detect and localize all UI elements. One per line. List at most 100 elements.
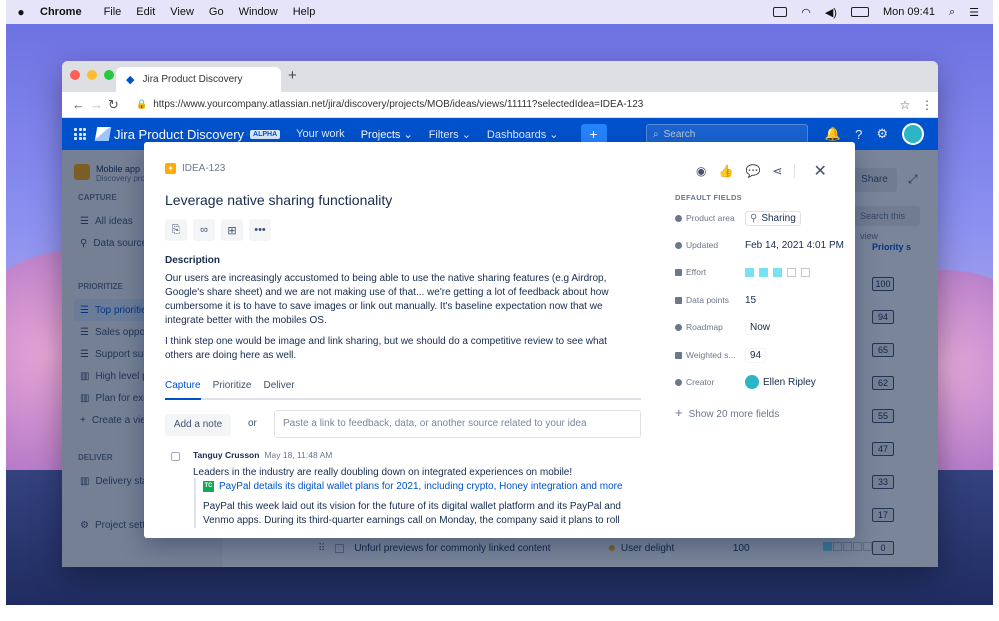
field-value: Feb 14, 2021 4:01 PM — [745, 239, 844, 251]
volume-icon[interactable]: ◀) — [825, 6, 837, 19]
airplay-icon[interactable] — [773, 7, 788, 17]
menu-help[interactable]: Help — [293, 6, 316, 18]
tab-deliver[interactable]: Deliver — [263, 380, 294, 398]
notifications-icon[interactable]: 🔔 — [825, 126, 841, 142]
url-field[interactable]: https://www.yourcompany.atlassian.net/ji… — [153, 99, 894, 110]
create-button[interactable]: + — [580, 124, 607, 144]
share-icon[interactable]: ⋖ — [772, 164, 782, 178]
watch-eye-icon[interactable]: ◉ — [696, 164, 706, 178]
tab-capture[interactable]: Capture — [165, 380, 201, 400]
preview-link-title[interactable]: PayPal details its digital wallet plans … — [219, 481, 623, 492]
comment-icon[interactable]: 💬 — [745, 164, 760, 178]
reload-icon[interactable]: ↻ — [108, 97, 126, 113]
field-product-area[interactable]: Product area ⚲ Sharing — [675, 209, 845, 227]
help-icon[interactable]: ? — [855, 127, 862, 142]
idea-key-label: IDEA-123 — [182, 163, 226, 174]
idea-title[interactable]: Leverage native sharing functionality — [165, 192, 392, 208]
link-icon[interactable]: ∞ — [193, 219, 215, 241]
tab-prioritize[interactable]: Prioritize — [213, 380, 252, 398]
paste-link-input[interactable]: Paste a link to feedback, data, or anoth… — [274, 410, 641, 438]
field-label: Updated — [675, 240, 745, 250]
nav-projects[interactable]: Projects ⌄ — [361, 128, 413, 141]
field-value: 15 — [745, 294, 757, 306]
app-switcher-icon[interactable] — [74, 128, 86, 140]
idea-tabs: Capture Prioritize Deliver — [165, 380, 641, 400]
apple-icon[interactable]: ● — [6, 5, 36, 19]
wifi-icon[interactable]: ◠ — [801, 6, 811, 19]
formula-icon — [675, 351, 682, 359]
note-text: Leaders in the industry are really doubl… — [193, 467, 573, 478]
tab-strip: ◆ Jira Product Discovery + — [62, 61, 938, 92]
effort-icon — [675, 268, 682, 276]
menu-window[interactable]: Window — [239, 6, 278, 18]
browser-tab[interactable]: ◆ Jira Product Discovery — [116, 67, 281, 92]
field-effort[interactable]: Effort — [675, 263, 845, 281]
clock-icon — [675, 241, 682, 249]
field-label: Roadmap — [675, 322, 745, 332]
browser-menu-icon[interactable]: ⋮ — [916, 98, 938, 112]
user-avatar[interactable] — [902, 123, 924, 145]
field-label: Creator — [675, 377, 745, 387]
show-more-fields-button[interactable]: + Show 20 more fields — [675, 405, 779, 420]
clock[interactable]: Mon 09:41 — [883, 6, 935, 18]
spotlight-search-icon[interactable]: ⌕ — [949, 6, 955, 19]
add-note-button[interactable]: Add a note — [165, 414, 231, 436]
close-icon[interactable]: ✕ — [813, 161, 826, 181]
alpha-badge: ALPHA — [250, 129, 281, 139]
field-weighted-score: Weighted s... 94 — [675, 346, 845, 364]
add-insight-icon[interactable]: ⊞ — [221, 219, 243, 241]
modal-actions: ◉ 👍 💬 ⋖ ✕ — [696, 161, 827, 181]
control-center-icon[interactable]: ☰ — [969, 6, 979, 19]
lock-icon: 🔒 — [136, 99, 148, 109]
menu-file[interactable]: File — [104, 6, 122, 18]
field-data-points: Data points 15 — [675, 291, 845, 309]
field-creator[interactable]: Creator Ellen Ripley — [675, 373, 845, 391]
link-preview: TC PayPal details its digital wallet pla… — [194, 478, 654, 528]
nav-your-work[interactable]: Your work — [296, 128, 345, 140]
jira-logo-icon[interactable] — [94, 127, 112, 141]
field-value: 94 — [745, 347, 767, 363]
roadmap-icon — [675, 323, 682, 331]
effort-rating[interactable] — [745, 267, 811, 277]
preview-excerpt: PayPal this week laid out its vision for… — [203, 501, 621, 526]
idea-bulb-icon: ✦ — [165, 163, 176, 174]
more-icon[interactable]: ••• — [249, 219, 271, 241]
nav-dashboards[interactable]: Dashboards ⌄ — [487, 128, 559, 141]
menu-app-name[interactable]: Chrome — [40, 6, 82, 18]
product-name[interactable]: Jira Product Discovery — [114, 127, 244, 142]
description-body[interactable]: Our users are increasingly accustomed to… — [165, 272, 631, 370]
close-window-button[interactable] — [70, 70, 80, 80]
bookmark-star-icon[interactable]: ☆ — [894, 98, 916, 112]
jira-search-input[interactable]: ⌕ Search — [646, 124, 808, 144]
idea-modal: ✦ IDEA-123 Leverage native sharing funct… — [144, 142, 855, 538]
description-paragraph: I think step one would be image and link… — [165, 336, 607, 361]
field-value: Now — [745, 319, 776, 335]
new-tab-icon[interactable]: + — [288, 67, 297, 84]
field-label: Product area — [675, 213, 745, 223]
zoom-window-button[interactable] — [104, 70, 114, 80]
forward-icon[interactable]: → — [90, 97, 108, 112]
idea-toolbar: ⎘ ∞ ⊞ ••• — [165, 219, 271, 241]
back-icon[interactable]: ← — [72, 97, 90, 112]
field-roadmap[interactable]: Roadmap Now — [675, 318, 845, 336]
menu-go[interactable]: Go — [209, 6, 224, 18]
like-thumb-icon[interactable]: 👍 — [718, 164, 733, 178]
preview-link[interactable]: TC PayPal details its digital wallet pla… — [203, 478, 654, 494]
idea-key[interactable]: ✦ IDEA-123 — [165, 163, 225, 174]
nav-filters[interactable]: Filters ⌄ — [429, 128, 471, 141]
battery-icon[interactable] — [850, 7, 869, 17]
description-paragraph: Our users are increasingly accustomed to… — [165, 273, 609, 326]
show-more-label: Show 20 more fields — [688, 409, 780, 420]
field-updated: Updated Feb 14, 2021 4:01 PM — [675, 236, 845, 254]
menu-view[interactable]: View — [170, 6, 194, 18]
attach-icon[interactable]: ⎘ — [165, 219, 187, 241]
jira-favicon-icon: ◆ — [126, 74, 135, 86]
menu-edit[interactable]: Edit — [136, 6, 155, 18]
note-meta: Tanguy Crusson May 18, 11:48 AM — [193, 450, 332, 460]
field-label: Weighted s... — [675, 350, 745, 360]
minimize-window-button[interactable] — [87, 70, 97, 80]
note-checkbox[interactable] — [171, 452, 180, 461]
data-points-icon — [675, 296, 682, 304]
address-bar: ← → ↻ 🔒 https://www.yourcompany.atlassia… — [62, 92, 938, 118]
settings-gear-icon[interactable]: ⚙ — [876, 126, 888, 142]
